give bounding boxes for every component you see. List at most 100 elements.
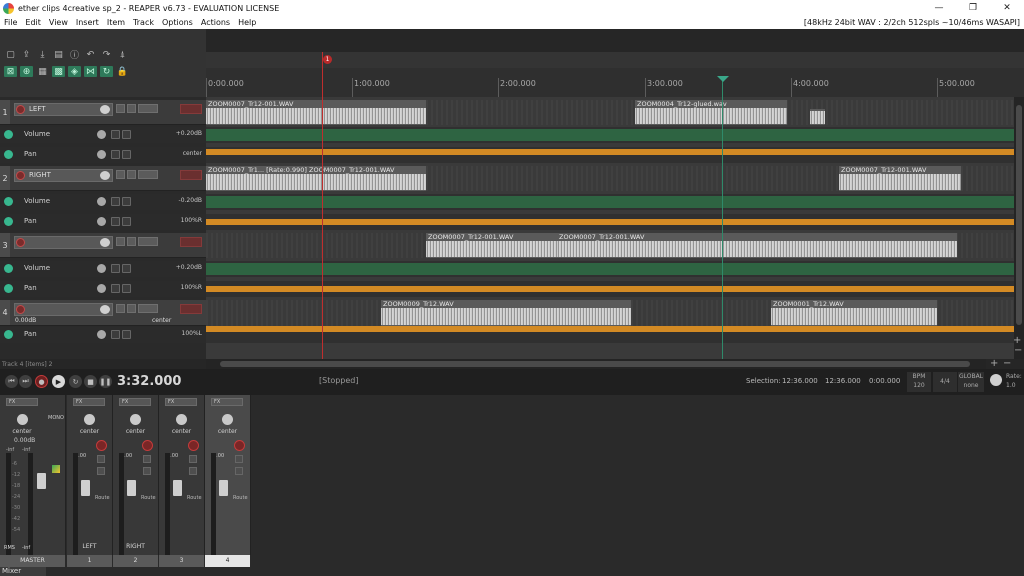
save-project-icon[interactable]: ⤓ xyxy=(36,49,49,60)
bpm-box[interactable]: BPM 120 xyxy=(907,372,931,392)
media-item[interactable] xyxy=(810,109,825,125)
playrate-knob[interactable] xyxy=(990,374,1002,386)
master-pan-knob[interactable] xyxy=(17,414,28,425)
record-arm-button[interactable] xyxy=(16,171,25,180)
pan-knob[interactable] xyxy=(222,414,233,425)
selection-end[interactable]: 12:36.000 xyxy=(825,377,861,385)
envelope-bypass-button[interactable] xyxy=(122,264,131,273)
envelope-knob[interactable] xyxy=(97,197,106,206)
pan-envelope-line[interactable] xyxy=(206,149,1014,155)
envelope-active-icon[interactable] xyxy=(4,264,13,273)
envelope-bypass-button[interactable] xyxy=(122,150,131,159)
track-3-volume-envelope[interactable]: Volume +0.20dB xyxy=(0,261,206,277)
envelope-arm-button[interactable] xyxy=(111,197,120,206)
fx-button[interactable]: FX xyxy=(165,398,197,406)
envelope-bypass-button[interactable] xyxy=(122,217,131,226)
envelope-knob[interactable] xyxy=(97,330,106,339)
pan-envelope-line[interactable] xyxy=(206,286,1014,292)
solo-button[interactable] xyxy=(189,467,197,475)
vertical-scrollbar-thumb[interactable] xyxy=(1016,105,1022,325)
time-signature[interactable]: 4/4 xyxy=(933,372,957,392)
envelope-arm-button[interactable] xyxy=(111,217,120,226)
envelope-button[interactable] xyxy=(138,237,158,246)
track-2-volume-envelope[interactable]: Volume -0.20dB xyxy=(0,194,206,210)
pan-knob[interactable] xyxy=(176,414,187,425)
undo-icon[interactable]: ↶ xyxy=(84,49,97,60)
mixer-tab[interactable]: Mixer xyxy=(0,567,46,576)
track-4-panel[interactable]: 4 0.00dB center xyxy=(0,300,206,326)
menu-help[interactable]: Help xyxy=(234,18,260,27)
envelope-active-icon[interactable] xyxy=(4,130,13,139)
route-button[interactable]: Route xyxy=(95,495,110,503)
mixer-strip-1[interactable]: FX center 0.00 Route LEFT xyxy=(67,395,113,567)
play-button[interactable]: ▶ xyxy=(52,375,65,388)
volume-envelope-band[interactable] xyxy=(206,263,1014,275)
envelope-arm-button[interactable] xyxy=(111,130,120,139)
zoom-in-horizontal-icon[interactable]: + xyxy=(990,358,998,369)
rate-box[interactable]: Rate: 1.0 xyxy=(1006,372,1022,390)
menu-item[interactable]: Item xyxy=(103,18,129,27)
record-arm-button[interactable] xyxy=(96,440,107,451)
pan-envelope-line[interactable] xyxy=(206,326,1014,332)
volume-fader[interactable] xyxy=(173,480,182,496)
envelope-arm-button[interactable] xyxy=(111,330,120,339)
envelope-active-icon[interactable] xyxy=(4,330,13,339)
media-item[interactable]: ZOOM0007_Tr12-001.WAV xyxy=(206,100,426,125)
record-arm-button[interactable] xyxy=(16,105,25,114)
envelope-button[interactable] xyxy=(138,304,158,313)
envelope-arm-button[interactable] xyxy=(111,284,120,293)
play-cursor[interactable] xyxy=(722,78,723,359)
redo-icon[interactable]: ↷ xyxy=(100,49,113,60)
record-arm-button[interactable] xyxy=(16,305,25,314)
envelope-knob[interactable] xyxy=(97,264,106,273)
media-item[interactable]: ZOOM0007_Tr12-001.WAV xyxy=(557,233,957,258)
volume-envelope-band[interactable] xyxy=(206,196,1014,208)
fx-button[interactable]: FX xyxy=(119,398,151,406)
volume-fader[interactable] xyxy=(219,480,228,496)
master-strip-label[interactable]: MASTER xyxy=(0,555,66,567)
edit-cursor[interactable] xyxy=(322,52,323,359)
go-to-end-button[interactable]: ⏭ xyxy=(19,375,32,388)
strip-number[interactable]: 4 xyxy=(205,555,251,567)
menu-view[interactable]: View xyxy=(45,18,72,27)
vertical-scrollbar[interactable] xyxy=(1014,97,1024,359)
media-item[interactable]: ZOOM0007_Tr12-001.WAV xyxy=(839,166,961,191)
menu-actions[interactable]: Actions xyxy=(197,18,234,27)
media-item[interactable]: ZOOM0004_Tr12-glued.wav xyxy=(635,100,787,125)
horizontal-scrollbar[interactable] xyxy=(206,359,986,369)
track-2-pan-envelope[interactable]: Pan 100%R xyxy=(0,214,206,230)
envelope-knob[interactable] xyxy=(97,150,106,159)
solo-button[interactable] xyxy=(235,467,243,475)
io-button[interactable] xyxy=(116,104,125,113)
record-button[interactable]: ● xyxy=(35,375,48,388)
menu-file[interactable]: File xyxy=(0,18,21,27)
strip-number[interactable]: 2 xyxy=(113,555,159,567)
selection-length[interactable]: 0:00.000 xyxy=(869,377,900,385)
close-button[interactable]: ✕ xyxy=(990,0,1024,16)
envelope-bypass-button[interactable] xyxy=(122,284,131,293)
volume-knob[interactable] xyxy=(100,305,110,314)
track-name[interactable] xyxy=(14,303,113,316)
envelope-active-icon[interactable] xyxy=(4,197,13,206)
fx-button[interactable]: FX xyxy=(211,398,243,406)
record-arm-button[interactable] xyxy=(188,440,199,451)
mixer-strip-2[interactable]: FX center 0.00 Route RIGHT xyxy=(113,395,159,567)
mute-button[interactable] xyxy=(143,455,151,463)
solo-button[interactable] xyxy=(97,467,105,475)
mono-button[interactable]: MONO xyxy=(48,415,64,421)
snap-icon[interactable]: ⊕ xyxy=(20,66,33,77)
media-item[interactable]: ZOOM0001_Tr12.WAV xyxy=(771,300,937,326)
track-name[interactable] xyxy=(14,236,113,249)
repeat-button[interactable]: ↻ xyxy=(69,375,82,388)
io-button[interactable] xyxy=(116,170,125,179)
marker-1[interactable]: 1 xyxy=(323,55,332,64)
envelope-button[interactable] xyxy=(138,170,158,179)
master-fader[interactable] xyxy=(37,473,46,489)
mixer-strip-3[interactable]: FX center 0.00 Route xyxy=(159,395,205,567)
record-arm-button[interactable] xyxy=(142,440,153,451)
pan-knob[interactable] xyxy=(130,414,141,425)
fx-button[interactable] xyxy=(127,170,136,179)
pause-button[interactable]: ❚❚ xyxy=(99,375,112,388)
solo-button[interactable] xyxy=(143,467,151,475)
track-3-pan-envelope[interactable]: Pan 100%R xyxy=(0,281,206,297)
